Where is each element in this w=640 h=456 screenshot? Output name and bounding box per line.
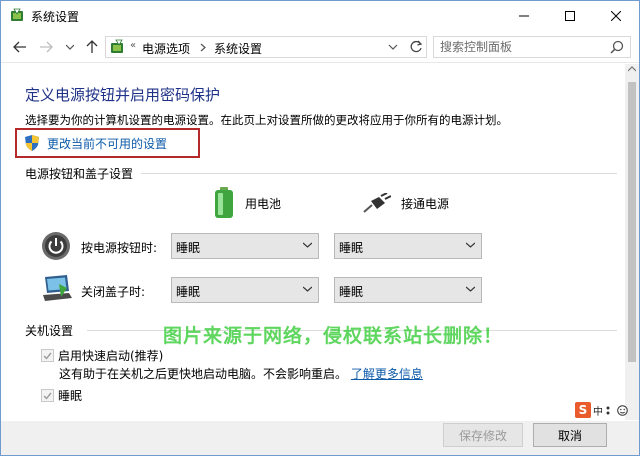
chevron-down-icon <box>66 44 74 50</box>
window-title: 系统设置 <box>31 10 80 24</box>
sleep-label: 睡眠 <box>58 389 83 403</box>
power-button-battery-value: 睡眠 <box>176 241 201 255</box>
ime-language: 中 <box>593 406 603 418</box>
close-icon <box>611 11 621 21</box>
plugged-column-label: 接通电源 <box>401 196 450 211</box>
checkmark-icon <box>43 352 52 360</box>
power-button-section-title: 电源按钮和盖子设置 <box>25 167 134 181</box>
search-input[interactable] <box>440 39 600 55</box>
caret-up-icon <box>628 66 636 72</box>
shutdown-section-title: 关机设置 <box>25 324 74 338</box>
back-button[interactable] <box>11 38 29 56</box>
chevron-down-icon <box>466 242 475 248</box>
navigation-bar: « 电源选项 系统设置 <box>1 31 639 63</box>
learn-more-link[interactable]: 了解更多信息 <box>351 367 423 381</box>
laptop-lid-icon <box>43 275 72 301</box>
checkmark-icon <box>43 392 52 400</box>
chevron-down-icon <box>303 286 312 292</box>
up-button[interactable] <box>83 38 101 56</box>
watermark-text: 图片来源于网络，侵权联系站长删除！ <box>163 325 504 347</box>
breadcrumb-power-options[interactable]: 电源选项 <box>142 40 190 57</box>
change-settings-label[interactable]: 更改当前不可用的设置 <box>47 135 167 152</box>
battery-icon <box>215 187 233 218</box>
dialog-footer: 保存修改 取消 <box>1 421 639 455</box>
battery-column-header: 用电池 <box>213 187 281 219</box>
scroll-thumb[interactable] <box>628 82 636 362</box>
title-bar: 系统设置 <box>1 1 639 31</box>
chevron-down-icon <box>466 286 475 292</box>
power-plug-icon <box>363 193 391 213</box>
ime-indicator[interactable]: S 中 <box>575 402 628 418</box>
power-button-label: 按电源按钮时: <box>81 241 158 255</box>
emoji-icon <box>617 404 628 416</box>
power-button-icon <box>42 232 70 260</box>
plugged-column-header: 接通电源 <box>363 193 449 213</box>
search-box[interactable] <box>433 36 631 58</box>
maximize-icon <box>565 11 575 21</box>
sleep-checkbox[interactable] <box>41 389 54 402</box>
page-title: 定义电源按钮并启用密码保护 <box>25 86 221 104</box>
search-icon[interactable] <box>610 40 624 54</box>
arrow-up-icon <box>86 40 98 53</box>
power-button-battery-select[interactable]: 睡眠 <box>171 233 319 259</box>
battery-column-label: 用电池 <box>245 196 282 211</box>
system-settings-window: 系统设置 « 电源选项 系统设置 搜索控制面板 定义电源按钮并启用密码保护 选择… <box>0 0 640 456</box>
page-description: 选择要为你的计算机设置的电源设置。在此页上对设置所做的更改将应用于你所有的电源计… <box>25 113 508 127</box>
fast-startup-desc-text: 这有助于在关机之后更快地启动电脑。不会影响重启。 <box>59 367 348 381</box>
lid-close-label: 关闭盖子时: <box>81 285 146 299</box>
recent-locations-button[interactable] <box>61 38 79 56</box>
sleep-option: 睡眠 <box>41 387 82 404</box>
address-bar[interactable]: « 电源选项 系统设置 <box>105 36 427 58</box>
fast-startup-label: 启用快速启动(推荐) <box>58 349 164 363</box>
fast-startup-option: 启用快速启动(推荐) <box>41 347 163 364</box>
lid-close-battery-select[interactable]: 睡眠 <box>171 277 319 303</box>
minimize-icon <box>519 15 529 17</box>
address-history-icon[interactable] <box>388 41 398 53</box>
cancel-button[interactable]: 取消 <box>533 423 607 447</box>
section-divider <box>141 173 617 174</box>
refresh-icon[interactable] <box>408 39 424 55</box>
arrow-left-icon <box>13 41 26 53</box>
maximize-button[interactable] <box>547 1 593 31</box>
sogou-ime-icon: S <box>575 402 591 418</box>
fast-startup-checkbox[interactable] <box>41 349 54 362</box>
vertical-scrollbar[interactable] <box>625 64 639 420</box>
scroll-up-button[interactable] <box>625 66 639 78</box>
power-options-icon <box>11 8 23 21</box>
control-panel-icon <box>111 39 123 53</box>
save-changes-button[interactable]: 保存修改 <box>443 423 523 447</box>
forward-button[interactable] <box>37 38 55 56</box>
lid-close-plugged-value: 睡眠 <box>339 285 364 299</box>
close-button[interactable] <box>593 1 639 31</box>
chevron-right-icon[interactable] <box>200 43 206 52</box>
lid-close-battery-value: 睡眠 <box>176 285 201 299</box>
minimize-button[interactable] <box>501 1 547 31</box>
power-button-plugged-select[interactable]: 睡眠 <box>334 233 482 259</box>
breadcrumb-system-settings[interactable]: 系统设置 <box>214 40 262 57</box>
breadcrumb-overflow[interactable]: « <box>130 40 136 51</box>
uac-shield-icon <box>25 135 39 151</box>
power-button-plugged-value: 睡眠 <box>339 241 364 255</box>
chevron-down-icon <box>303 242 312 248</box>
fast-startup-description: 这有助于在关机之后更快地启动电脑。不会影响重启。 了解更多信息 <box>59 365 423 382</box>
change-unavailable-settings-link[interactable]: 更改当前不可用的设置 <box>15 128 200 158</box>
ime-punctuation-icon <box>606 406 610 415</box>
lid-close-plugged-select[interactable]: 睡眠 <box>334 277 482 303</box>
arrow-right-icon <box>40 41 53 53</box>
